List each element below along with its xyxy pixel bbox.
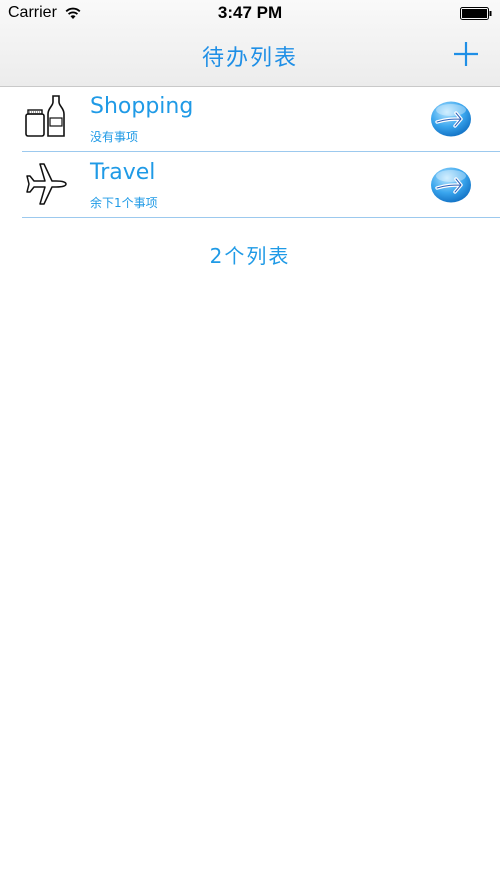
arrow-right-icon[interactable] <box>430 100 472 138</box>
list-item-shopping[interactable]: Shopping 没有事项 <box>22 86 500 152</box>
jar-bottle-icon <box>25 95 65 137</box>
status-bar: Carrier 3:47 PM <box>0 0 500 28</box>
battery-icon <box>460 7 492 20</box>
status-time: 3:47 PM <box>217 3 283 22</box>
list-item-subtitle: 没有事项 <box>90 130 139 144</box>
list-item-subtitle: 余下1个事项 <box>90 196 158 210</box>
plus-icon[interactable] <box>452 40 480 68</box>
page-title: 待办列表 <box>201 46 298 71</box>
todo-list: Shopping 没有事项 Travel 余下1个事项 <box>0 86 500 218</box>
list-item-title: Shopping <box>90 94 194 119</box>
arrow-right-icon[interactable] <box>430 166 472 204</box>
screen: Carrier 3:47 PM 待办列表 Shopping 没有事项 Trave… <box>0 0 500 889</box>
navigation-bar: Carrier 3:47 PM 待办列表 <box>0 0 500 87</box>
list-count-label: 2个列表 <box>209 244 291 268</box>
list-item-travel[interactable]: Travel 余下1个事项 <box>22 152 500 218</box>
list-item-title: Travel <box>90 160 156 185</box>
airplane-icon <box>26 163 67 205</box>
